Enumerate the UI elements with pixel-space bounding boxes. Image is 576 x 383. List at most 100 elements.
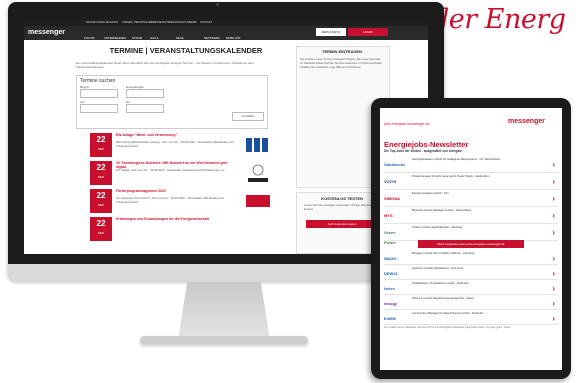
site-logo[interactable]: messenger	[28, 29, 65, 36]
search-button[interactable]: SUCHEN	[232, 112, 264, 121]
event-title[interactable]: EW-Anlage “Mittel- und Verbrennung”	[116, 133, 236, 137]
topnav-item[interactable]: TRENDS	[122, 21, 133, 24]
event-date: 22 SEP	[90, 133, 112, 157]
job-title[interactable]: Referent (m/w/d) Regulierungsmanagement …	[412, 297, 540, 301]
topnav-item[interactable]: PERSONALIEN	[134, 21, 152, 24]
event-day: 22	[96, 163, 106, 172]
chevron-right-icon[interactable]: ›	[552, 299, 555, 308]
job-row[interactable]: DEW21 Ingenieur (m/w/d) Netzplanung · Dor…	[384, 265, 558, 280]
job-row[interactable]: innogy Referent (m/w/d) Regulierungsmanag…	[384, 295, 558, 310]
topnav-item[interactable]: PRESSETEXTE	[151, 21, 170, 24]
event-meta: Ort: Hannover (KG-HVIO?) · Zeit: vom 22.…	[116, 196, 224, 204]
job-row[interactable]: Stadtwerke Sachgebietsleiter (m/w/d) für …	[384, 156, 558, 173]
job-title[interactable]: Energiemanager (m/w/d) · Kirn	[412, 192, 540, 196]
job-title[interactable]: Projektleiterin / Projektleiter (m/w/d) …	[412, 282, 540, 286]
event-date: 22 SEP	[90, 217, 112, 241]
job-title[interactable]: Business Service Manager (m/w/d) · Deuts…	[412, 209, 540, 213]
company-logo: WAGO	[384, 256, 397, 261]
top-nav-bar: NACHRICHTEN MAGAZIN TRENDS PERSONALIEN P…	[24, 18, 428, 26]
topnav-item[interactable]: NACHRICHTEN	[86, 21, 105, 24]
monitor-screen: NACHRICHTEN MAGAZIN TRENDS PERSONALIEN P…	[24, 18, 428, 254]
event-item[interactable]: 22 SEP Erfahrungen und Entwicklungen für…	[90, 215, 276, 243]
job-title[interactable]: Projektmanager (m/w/d) Large Hydro Power…	[412, 175, 540, 179]
type-select[interactable]	[126, 89, 164, 98]
tagline: der Energ	[432, 4, 566, 35]
company-logo: EnBW	[384, 316, 396, 321]
topnav-item[interactable]: KONTAKT	[200, 21, 212, 24]
trial-button[interactable]: Jetzt kostenlos testen	[306, 220, 378, 228]
chevron-right-icon[interactable]: ›	[552, 177, 555, 186]
company-logo: MYS	[384, 213, 393, 218]
event-item[interactable]: 22 SEP 20. Fachkongress Netzwerk: IMS-Ne…	[90, 159, 276, 187]
event-month: SEP	[97, 147, 104, 151]
nav-item[interactable]: POLITIK	[84, 36, 95, 40]
account-button[interactable]: MEIN KONTO	[316, 28, 346, 36]
nav-item[interactable]: NEUE MÄRKTE	[176, 36, 188, 44]
company-logo: VOITH	[384, 179, 397, 184]
event-day: 22	[96, 135, 106, 144]
company-logo: Green Power	[384, 230, 397, 245]
chevron-right-icon[interactable]: ›	[552, 269, 555, 278]
chevron-right-icon[interactable]: ›	[552, 254, 555, 263]
job-row[interactable]: EnBW Construction Manager for Solar Proje…	[384, 310, 558, 325]
event-month: SEP	[97, 175, 104, 179]
chevron-right-icon[interactable]: ›	[552, 194, 555, 203]
job-title[interactable]: Trader (m/w/d) Langfristhandel · Hamburg	[412, 226, 540, 230]
topnav-item[interactable]: MAGAZIN	[106, 21, 118, 24]
nav-item[interactable]: STROM	[132, 36, 142, 40]
event-title[interactable]: Förderprogrammagement 2020	[116, 189, 236, 193]
chevron-right-icon[interactable]: ›	[552, 284, 555, 293]
event-month: SEP	[97, 203, 104, 207]
to-date-input[interactable]	[126, 104, 164, 113]
company-logo: DEW21	[384, 271, 398, 276]
job-title[interactable]: Sachgebietsleiter (m/w/d) für Intelligen…	[412, 158, 540, 162]
nav-item[interactable]: MOBILITÄT	[226, 36, 241, 40]
event-title[interactable]: Erfahrungen und Entwicklungen für die En…	[116, 217, 236, 221]
company-logo: SIMONA	[384, 196, 400, 201]
company-logo: Stadtwerke	[384, 162, 406, 167]
event-date: 22 SEP	[90, 189, 112, 213]
chevron-right-icon[interactable]: ›	[552, 228, 555, 237]
event-item[interactable]: 22 SEP Förderprogrammagement 2020 Ort: H…	[90, 187, 276, 215]
job-row[interactable]: VOITH Projektmanager (m/w/d) Large Hydro …	[384, 173, 558, 190]
newsletter-footer: Sie erhalten diesen Newsletter, weil Sie…	[384, 326, 511, 329]
jobs-link[interactable]: jobs.energate-messenger.de	[384, 122, 430, 126]
newsletter-subtitle: Die Top-Jobs der Woche - ausgewählt von …	[384, 149, 462, 153]
chevron-right-icon[interactable]: ›	[552, 211, 555, 220]
event-day: 22	[96, 191, 106, 200]
monitor-camera	[216, 3, 219, 6]
topnav-item[interactable]: JOBS	[190, 21, 197, 24]
event-item[interactable]: 22 SEP EW-Anlage “Mittel- und Verbrennun…	[90, 131, 276, 159]
from-date-input[interactable]	[80, 104, 118, 113]
job-title[interactable]: Ingenieur (m/w/d) Netzplanung · Dortmund	[412, 267, 540, 271]
topnav-item[interactable]: VERANSTALTUNG	[169, 21, 191, 24]
login-button[interactable]: LOGIN	[348, 28, 388, 36]
keyword-input[interactable]	[80, 89, 118, 98]
chevron-right-icon[interactable]: ›	[552, 314, 555, 323]
search-title: Termine suchen	[80, 78, 116, 84]
event-logo	[242, 163, 274, 183]
job-row[interactable]: SIMONA Energiemanager (m/w/d) · Kirn ›	[384, 190, 558, 207]
job-row[interactable]: MYS Business Service Manager (m/w/d) · De…	[384, 207, 558, 224]
event-day: 22	[96, 219, 106, 228]
nav-item[interactable]: NETZWERK	[204, 36, 220, 40]
nav-item[interactable]: GAS & WÄRME	[150, 36, 161, 44]
more-jobs-button[interactable]: Mehr Angebote unter jobs.energate-messen…	[418, 240, 524, 248]
page-title: TERMINE | VERANSTALTUNGSKALENDER	[109, 46, 263, 55]
add-event-title: TERMIN EINTRAGEN	[322, 49, 362, 54]
nav-item[interactable]: UNTERNEHMEN	[104, 36, 126, 40]
event-meta: EW-Leipzig (Mittelsachsen Leipzig) · Zei…	[116, 140, 234, 148]
chevron-right-icon[interactable]: ›	[552, 160, 555, 169]
job-row[interactable]: Netze Projektleiterin / Projektleiter (m/…	[384, 280, 558, 295]
event-logo	[242, 191, 274, 211]
company-logo: Netze	[384, 286, 395, 291]
job-row[interactable]: Green Power Trader (m/w/d) Langfristhande…	[384, 224, 558, 245]
job-title[interactable]: Manager (m/w/d) Site Condition Offshore …	[412, 252, 540, 256]
monitor-stand	[178, 282, 270, 340]
job-row[interactable]: WAGO Manager (m/w/d) Site Condition Offsh…	[384, 250, 558, 265]
job-title[interactable]: Construction Manager for Solar Projects …	[412, 312, 540, 316]
company-logo: innogy	[384, 301, 398, 306]
event-meta: Ort: Digital · Zeit: vom 22. - 30.09.202…	[116, 168, 225, 172]
newsletter-title: Energiejobs-Newsletter	[384, 140, 469, 149]
event-month: SEP	[97, 231, 104, 235]
